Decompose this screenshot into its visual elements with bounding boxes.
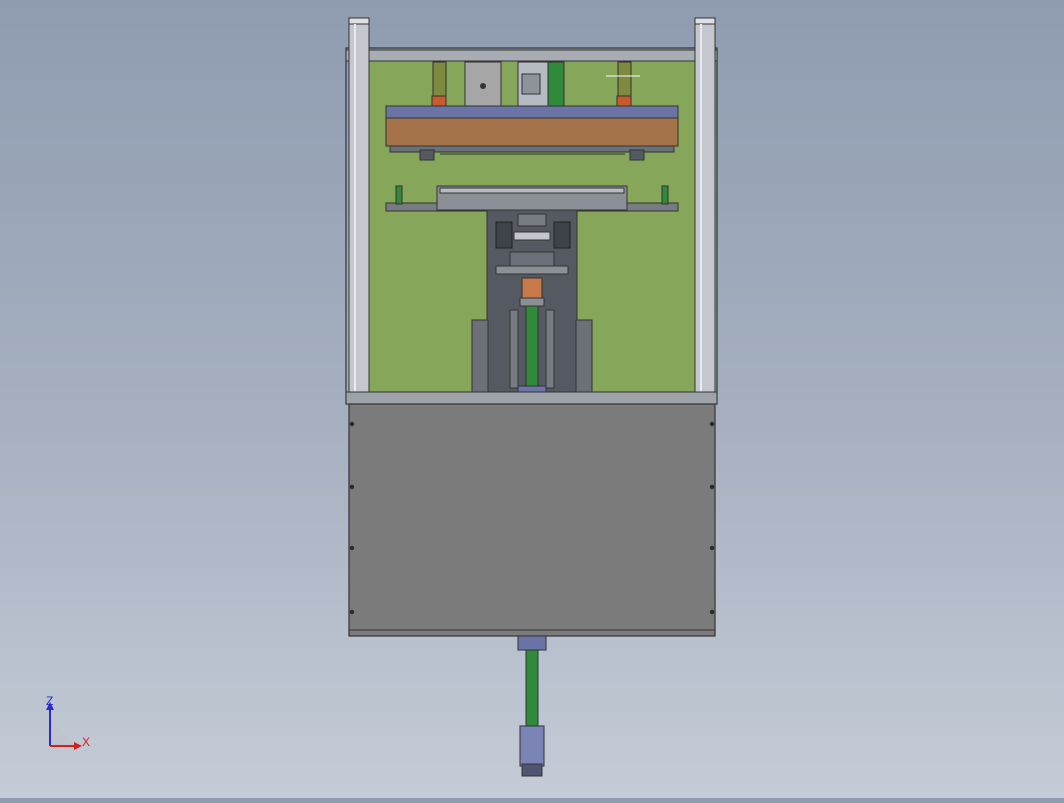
x-axis-arrow xyxy=(74,742,82,750)
lower-cylinder xyxy=(517,635,547,777)
x-axis-label: X xyxy=(82,735,90,749)
base-rail xyxy=(345,391,718,405)
left-guide-post xyxy=(348,17,370,395)
right-guide-post xyxy=(694,17,716,395)
axis-triad: Z X xyxy=(46,696,90,750)
top-right-spring-rod xyxy=(616,61,632,107)
right-side-bracket xyxy=(575,319,593,393)
cad-viewport[interactable]: Z X xyxy=(0,0,1064,798)
top-left-spring-rod xyxy=(431,61,447,107)
assembly-drawing[interactable] xyxy=(0,0,1064,798)
upper-press-plate xyxy=(385,105,679,161)
left-side-bracket xyxy=(471,319,489,393)
lower-cabinet xyxy=(348,403,716,637)
triad-wedge xyxy=(50,722,76,746)
z-axis-label: Z xyxy=(46,696,53,708)
top-rail xyxy=(345,49,718,62)
